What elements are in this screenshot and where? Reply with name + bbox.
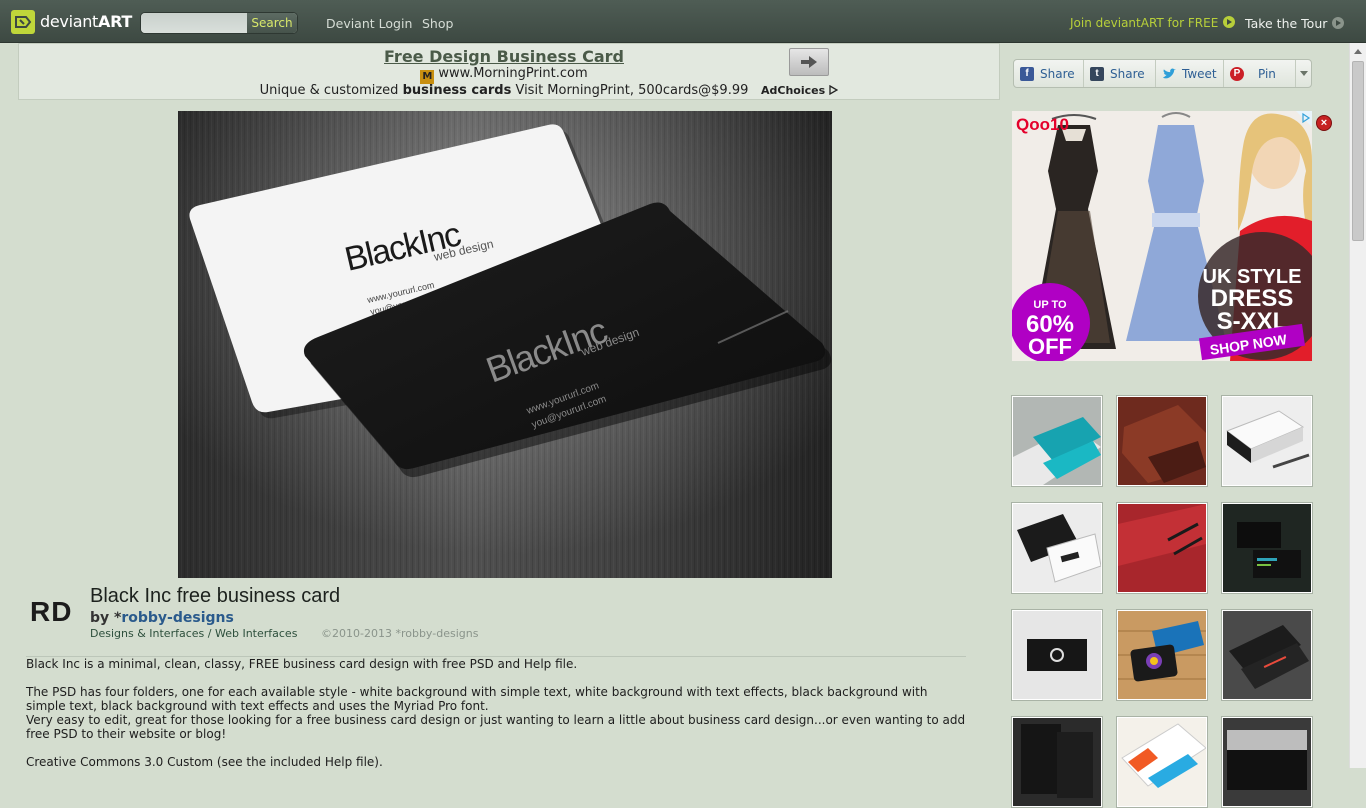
pinterest-icon: P: [1230, 66, 1244, 81]
search-button[interactable]: Search: [247, 13, 297, 33]
colorful-white-card-thumbnail-image: [1118, 718, 1206, 806]
brown-card-thumbnail-image: [1118, 397, 1206, 485]
related-thumbnail[interactable]: [1116, 395, 1208, 487]
twitter-bird-icon: [1162, 67, 1176, 81]
deviantart-logo-icon[interactable]: [11, 10, 35, 34]
black-textured-card-thumbnail-image: [1013, 718, 1101, 806]
shop-link[interactable]: Shop: [422, 16, 453, 31]
related-thumbnail[interactable]: [1116, 716, 1208, 808]
description-paragraph-4: Creative Commons 3.0 Custom (see the inc…: [26, 755, 383, 769]
dark-colorful-card-thumbnail-image: [1223, 611, 1311, 699]
related-thumbnail[interactable]: [1011, 609, 1103, 701]
tumblr-icon: t: [1090, 66, 1104, 81]
author-avatar[interactable]: RD: [30, 596, 72, 628]
search-input[interactable]: [141, 13, 247, 33]
facebook-share-button[interactable]: f Share: [1014, 60, 1084, 87]
ad-banner: Free Design Business Card Mwww.MorningPr…: [18, 43, 1000, 100]
teal-card-thumbnail-image: [1013, 397, 1101, 485]
ad-arrow-button[interactable]: [789, 48, 829, 76]
tumblr-share-button[interactable]: t Share: [1084, 60, 1156, 87]
right-arrow-icon: [801, 56, 817, 68]
description-paragraph-2: The PSD has four folders, one for each a…: [26, 685, 928, 713]
related-thumbnail[interactable]: [1011, 716, 1103, 808]
vertical-scrollbar[interactable]: [1349, 43, 1366, 768]
arrow-circle-icon: [1332, 17, 1345, 29]
arrow-circle-icon: [1223, 16, 1236, 28]
author-link[interactable]: robby-designs: [121, 610, 233, 626]
ad-url: www.MorningPrint.com: [438, 66, 588, 81]
description-paragraph-3: Very easy to edit, great for those looki…: [26, 713, 966, 741]
ad-title-link[interactable]: Free Design Business Card: [19, 47, 989, 66]
description-paragraph-1: Black Inc is a minimal, clean, classy, F…: [26, 657, 578, 671]
morningprint-logo-icon: M: [420, 70, 435, 84]
site-logo-text[interactable]: deviantART: [40, 12, 132, 31]
join-link[interactable]: Join deviantART for FREE: [1070, 16, 1236, 30]
scrollbar-thumb[interactable]: [1352, 61, 1364, 241]
facebook-icon: f: [1020, 66, 1034, 81]
dark-card-thumbnail-image: [1223, 504, 1311, 592]
wooden-card-thumbnail-image: [1118, 611, 1206, 699]
top-navigation-bar: deviantART Search Deviant Login Shop Joi…: [0, 0, 1366, 43]
ad-description[interactable]: Unique & customized business cards Visit…: [19, 83, 989, 98]
related-thumbnail[interactable]: [1221, 716, 1313, 808]
side-advertisement[interactable]: Qoo10 UP TO 60% OFF UK STYLE DRESS S-XXL…: [1012, 111, 1312, 361]
chevron-down-icon: [1300, 71, 1308, 76]
related-thumbnail[interactable]: [1221, 502, 1313, 594]
category-link-designs[interactable]: Designs & Interfaces: [90, 627, 204, 640]
join-link-label: Join deviantART for FREE: [1070, 16, 1219, 30]
artwork-title: Black Inc free business card: [90, 585, 341, 607]
white-cards-thumbnail-image: [1223, 397, 1311, 485]
deviant-login-link[interactable]: Deviant Login: [326, 16, 412, 31]
minimal-black-card-thumbnail-image: [1013, 611, 1101, 699]
twitter-tweet-button[interactable]: Tweet: [1156, 60, 1224, 87]
ad-brand-logo: Qoo10: [1016, 115, 1069, 134]
related-thumbnail[interactable]: [1116, 502, 1208, 594]
adchoices-link[interactable]: AdChoices: [761, 84, 839, 97]
share-more-dropdown[interactable]: [1296, 60, 1312, 87]
ad-url-line[interactable]: Mwww.MorningPrint.com: [19, 66, 989, 84]
related-thumbnail[interactable]: [1221, 609, 1313, 701]
take-tour-link[interactable]: Take the Tour: [1245, 16, 1345, 31]
pinterest-pin-button[interactable]: P Pin: [1224, 60, 1296, 87]
author-byline: by *robby-designs: [90, 610, 234, 626]
related-thumbnail[interactable]: [1011, 502, 1103, 594]
take-tour-label: Take the Tour: [1245, 16, 1328, 31]
svg-text:UP TO: UP TO: [1033, 299, 1067, 311]
svg-text:OFF: OFF: [1028, 334, 1072, 359]
metal-card-thumbnail-image: [1223, 718, 1311, 806]
category-breadcrumb: Designs & Interfaces / Web Interfaces: [90, 627, 298, 640]
category-link-web-interfaces[interactable]: Web Interfaces: [215, 627, 297, 640]
red-card-thumbnail-image: [1118, 504, 1206, 592]
copyright-text: ©2010-2013 *robby-designs: [321, 627, 479, 640]
related-thumbnail[interactable]: [1116, 609, 1208, 701]
related-thumbnail[interactable]: [1221, 395, 1313, 487]
artwork-image[interactable]: BlackInc web design www.yoururl.com you@…: [178, 111, 832, 578]
close-ad-icon[interactable]: ×: [1316, 115, 1332, 131]
search-box: Search: [140, 12, 298, 34]
share-bar: f Share t Share Tweet P Pin: [1013, 59, 1312, 88]
black-white-card-thumbnail-image: [1013, 504, 1101, 592]
related-thumbnail[interactable]: [1011, 395, 1103, 487]
adchoices-icon: [829, 84, 839, 96]
scroll-up-arrow-icon[interactable]: [1354, 49, 1362, 54]
